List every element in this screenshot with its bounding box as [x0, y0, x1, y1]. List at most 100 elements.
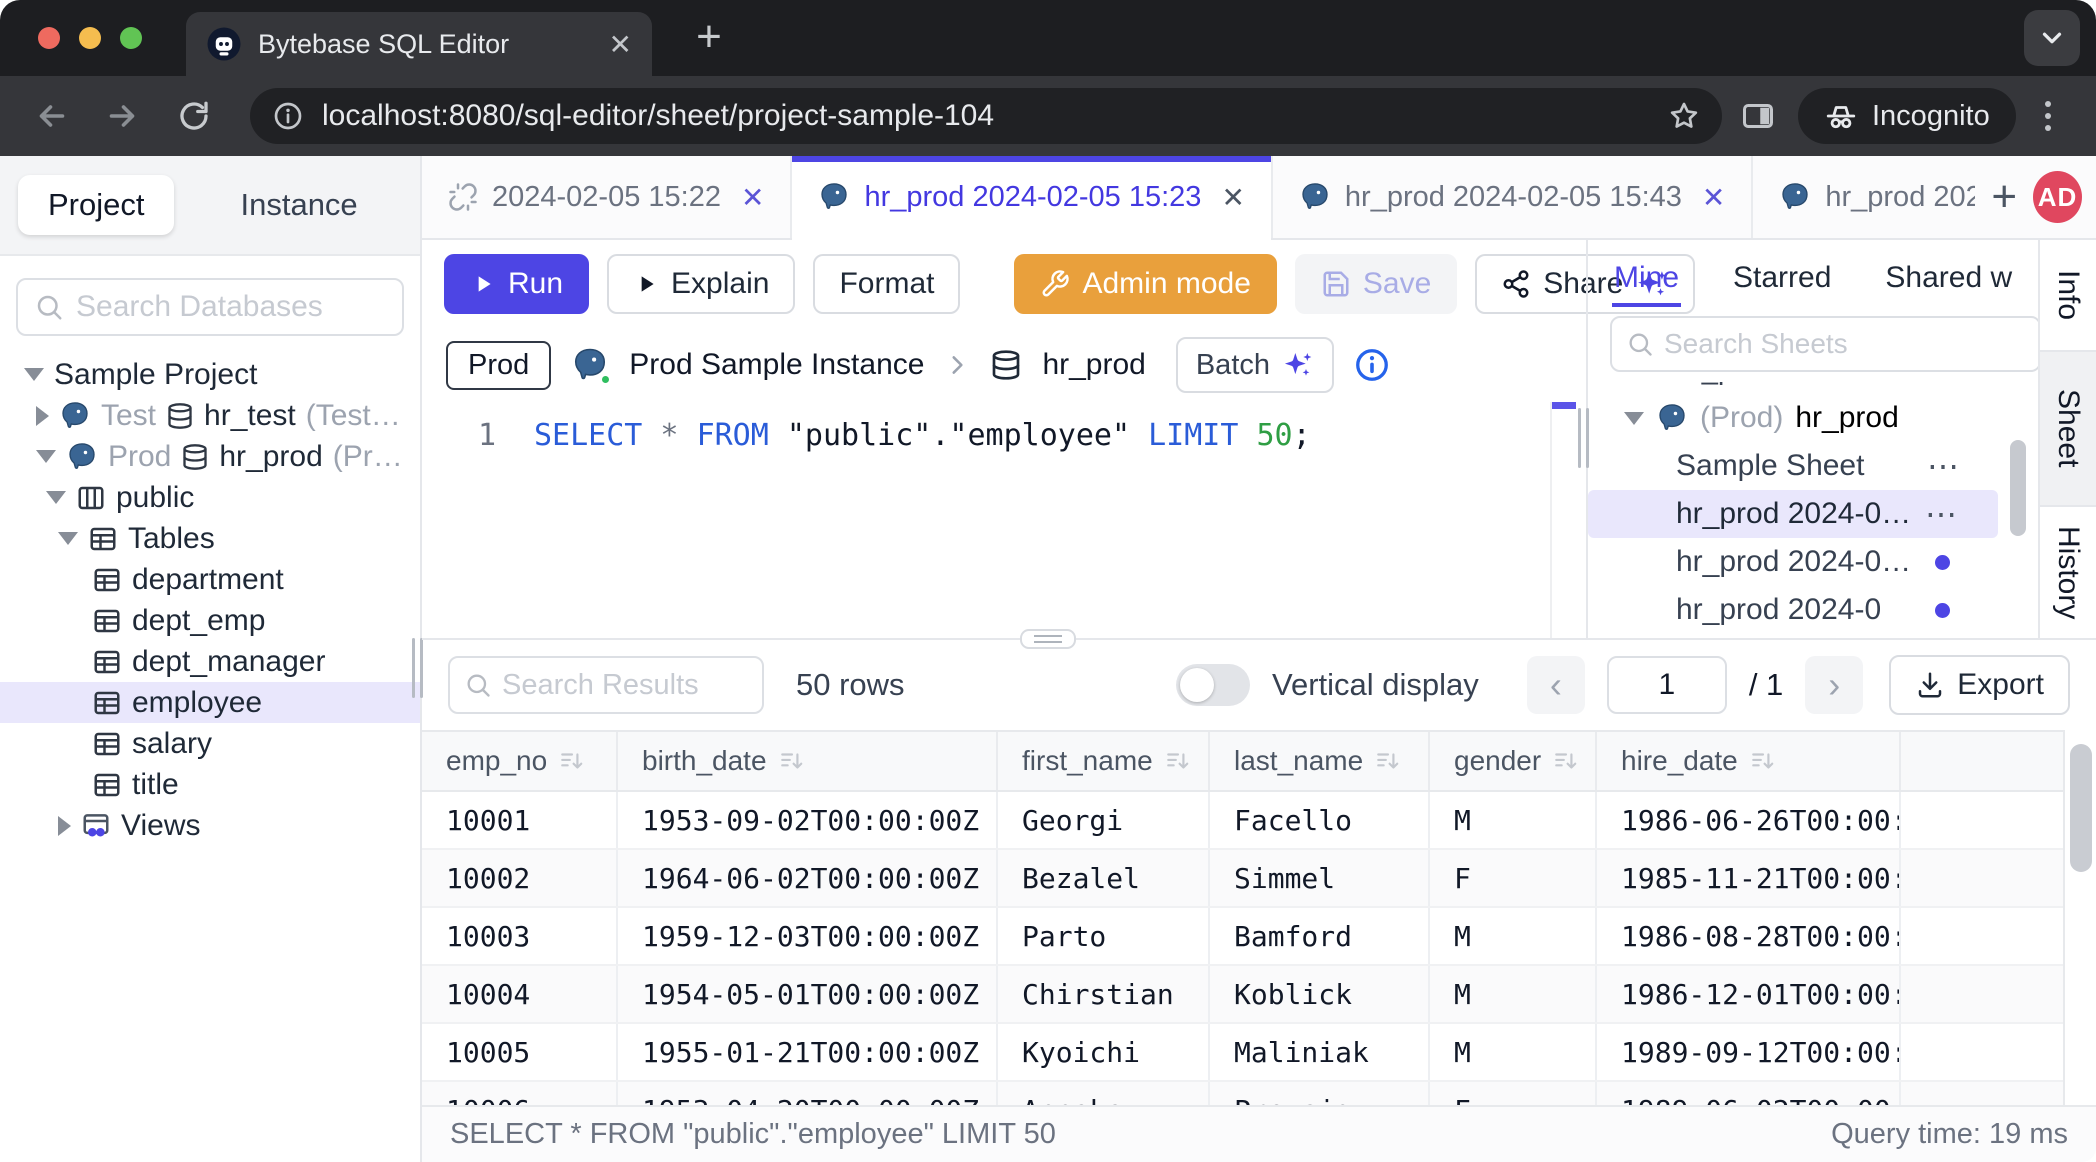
column-header-hire-date[interactable]: hire_date: [1597, 732, 1901, 790]
caret-down-icon[interactable]: [46, 491, 66, 504]
sheet-tab-2-active[interactable]: hr_prod 2024-02-05 15:23 ✕: [792, 156, 1272, 238]
format-button[interactable]: Format: [813, 254, 960, 314]
tab-starred[interactable]: Starred: [1733, 247, 1831, 309]
table-name: dept_emp: [132, 604, 265, 638]
sheet-group-hr-prod[interactable]: (Prod) hr_prod: [1588, 394, 2038, 442]
tree-item-views-group[interactable]: Views: [0, 805, 420, 846]
run-button[interactable]: Run: [444, 254, 589, 314]
tab-instance[interactable]: Instance: [210, 175, 387, 235]
column-header-first-name[interactable]: first_name: [998, 732, 1210, 790]
results-resize-handle[interactable]: [1020, 629, 1076, 649]
sort-icon[interactable]: [1553, 748, 1579, 774]
tree-item-table-dept-emp[interactable]: dept_emp: [0, 600, 420, 641]
sort-icon[interactable]: [1750, 748, 1776, 774]
sheet-menu-dots[interactable]: ⋯: [1927, 447, 1962, 485]
tree-item-table-employee[interactable]: employee: [0, 682, 420, 723]
save-button[interactable]: Save: [1295, 254, 1457, 314]
caret-down-icon[interactable]: [36, 450, 56, 463]
prev-page-button[interactable]: ‹: [1527, 656, 1585, 714]
close-sheet-icon[interactable]: ✕: [741, 181, 764, 214]
caret-down-icon[interactable]: [58, 532, 78, 545]
column-header-emp-no[interactable]: emp_no: [422, 732, 618, 790]
sort-icon[interactable]: [1165, 748, 1191, 774]
reload-button[interactable]: [176, 98, 212, 134]
sql-editor[interactable]: 1 SELECT * FROM "public"."employee" LIMI…: [422, 402, 1586, 638]
column-header-last-name[interactable]: last_name: [1210, 732, 1430, 790]
info-icon[interactable]: [1354, 347, 1390, 383]
batch-button[interactable]: Batch: [1176, 337, 1334, 393]
sort-icon[interactable]: [559, 748, 585, 774]
sheet-menu-dots[interactable]: ⋯: [1925, 495, 1960, 533]
panel-resize-handle[interactable]: [1578, 408, 1589, 468]
sheet-item-unsaved[interactable]: hr_prod 2024-0…: [1588, 538, 2038, 586]
minimize-window-button[interactable]: [79, 27, 101, 49]
close-tab-icon[interactable]: ✕: [609, 28, 632, 61]
tree-item-schema-public[interactable]: public: [0, 477, 420, 518]
cell: 10006: [422, 1082, 618, 1105]
sheet-item-selected[interactable]: hr_prod 2024-0… ⋯: [1588, 490, 1998, 538]
admin-mode-button[interactable]: Admin mode: [1014, 254, 1276, 314]
browser-menu-button[interactable]: [2030, 98, 2066, 134]
user-avatar[interactable]: AD: [2033, 171, 2082, 223]
tree-item-tables-group[interactable]: Tables: [0, 518, 420, 559]
url-bar[interactable]: localhost:8080/sql-editor/sheet/project-…: [250, 88, 1722, 144]
export-button[interactable]: Export: [1889, 655, 2070, 715]
database-search-input[interactable]: [76, 290, 462, 324]
caret-right-icon[interactable]: [36, 406, 49, 426]
cell: 1989-09-12T00:00:00Z: [1597, 1024, 1901, 1080]
results-search[interactable]: [448, 656, 764, 714]
site-info-icon[interactable]: [272, 100, 304, 132]
tab-project[interactable]: Project: [18, 175, 174, 235]
tree-item-table-dept-manager[interactable]: dept_manager: [0, 641, 420, 682]
next-page-button[interactable]: ›: [1805, 656, 1863, 714]
close-window-button[interactable]: [38, 27, 60, 49]
close-sheet-icon[interactable]: ✕: [1702, 181, 1725, 214]
column-header-gender[interactable]: gender: [1430, 732, 1597, 790]
fullscreen-window-button[interactable]: [120, 27, 142, 49]
sheet-tab-1[interactable]: 2024-02-05 15:22 ✕: [422, 156, 792, 238]
sheet-tab-3[interactable]: hr_prod 2024-02-05 15:43 ✕: [1273, 156, 1753, 238]
tab-shared[interactable]: Shared w: [1885, 247, 2012, 309]
tab-mine[interactable]: Mine: [1614, 247, 1679, 309]
caret-down-icon[interactable]: [1624, 412, 1644, 425]
new-sheet-button[interactable]: +: [1975, 172, 2033, 222]
tree-item-table-department[interactable]: department: [0, 559, 420, 600]
tab-search-button[interactable]: [2024, 10, 2080, 66]
results-scrollbar[interactable]: [2063, 730, 2096, 1105]
browser-tab[interactable]: Bytebase SQL Editor ✕: [186, 12, 652, 76]
explain-button[interactable]: Explain: [607, 254, 795, 314]
new-tab-button[interactable]: +: [682, 10, 736, 64]
sheet-search[interactable]: [1610, 316, 2038, 372]
editor-scrollbar[interactable]: [1550, 402, 1576, 638]
vertical-display-toggle[interactable]: [1176, 664, 1250, 706]
sheet-tab-4[interactable]: hr_prod 2024-02: [1753, 156, 1975, 238]
caret-down-icon[interactable]: [24, 368, 44, 381]
back-button[interactable]: [34, 98, 70, 134]
tab-sheet[interactable]: Sheet: [2040, 352, 2096, 507]
tab-history[interactable]: History: [2040, 507, 2096, 638]
sort-icon[interactable]: [1375, 748, 1401, 774]
tree-item-project[interactable]: Sample Project: [0, 354, 420, 395]
sheet-search-input[interactable]: [1664, 328, 2025, 360]
sheet-item-clipped-top[interactable]: hr_prod 2024-0…: [1588, 382, 2038, 394]
tree-item-hr-prod[interactable]: Prod hr_prod (Pr…: [0, 436, 420, 477]
caret-right-icon[interactable]: [58, 816, 71, 836]
tab-info[interactable]: Info: [2040, 240, 2096, 352]
tree-item-hr-test[interactable]: Test hr_test (Test…: [0, 395, 420, 436]
sheet-list-scrollbar[interactable]: [2010, 382, 2026, 638]
side-panel-icon[interactable]: [1740, 98, 1776, 134]
column-header-birth-date[interactable]: birth_date: [618, 732, 998, 790]
page-input[interactable]: [1607, 656, 1727, 714]
tree-item-table-salary[interactable]: salary: [0, 723, 420, 764]
bookmark-star-icon[interactable]: [1668, 100, 1700, 132]
sheet-item-unsaved-2[interactable]: hr_prod 2024-0: [1588, 586, 2038, 634]
database-search[interactable]: [16, 278, 404, 336]
sheet-item-sample-sheet[interactable]: Sample Sheet ⋯: [1588, 442, 2038, 490]
close-sheet-icon[interactable]: ✕: [1221, 181, 1244, 214]
sort-icon[interactable]: [779, 748, 805, 774]
instance-name[interactable]: Prod Sample Instance: [629, 348, 924, 382]
results-search-input[interactable]: [502, 669, 748, 702]
database-name[interactable]: hr_prod: [1042, 348, 1145, 382]
forward-button[interactable]: [104, 98, 140, 134]
tree-item-table-title[interactable]: title: [0, 764, 420, 805]
